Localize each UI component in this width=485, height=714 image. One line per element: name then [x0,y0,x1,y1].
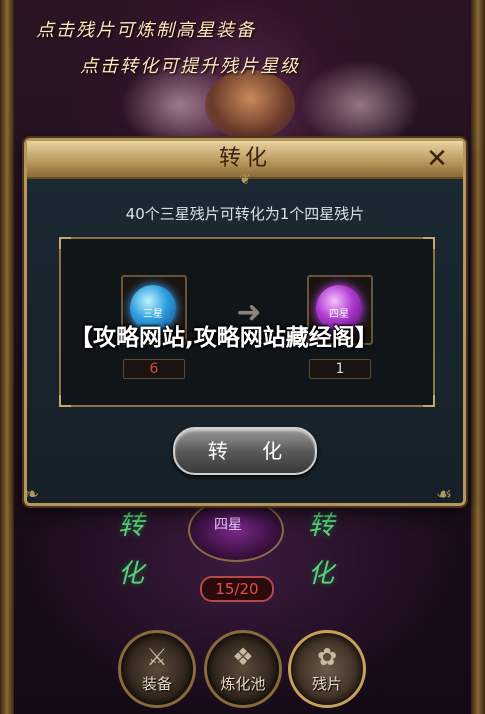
dialog-corner-ornament-left: ❧ [24,484,40,505]
tab-refine-pool[interactable]: ❖ 炼化池 [204,630,282,708]
tab-equipment[interactable]: ⚔ 装备 [118,630,196,708]
convert-label-right[interactable]: 转化 [308,502,342,589]
cauldron-icon: ❖ [232,643,254,671]
target-gem-label: 四星 [329,309,349,320]
tab-shards-label: 残片 [311,675,342,693]
character-wing-right [300,60,420,150]
shard-progress: 15/20 [200,576,274,602]
watermark-banner: 【攻略网站,攻略网站藏经阁】 [70,325,378,351]
dialog-corner-ornament-right: ☙ [436,484,453,505]
hint-forge: 点击残片可炼制高星装备 [36,20,256,41]
frame-left [0,0,14,714]
hint-convert: 点击转化可提升残片星级 [80,56,300,77]
dialog-title: 转化 [218,146,271,171]
tab-shards[interactable]: ✿ 残片 [288,630,366,708]
swords-icon: ⚔ [146,643,168,671]
header-ornament-icon: ❦ [239,172,251,188]
character-portrait [205,70,295,140]
conversion-description: 40个三星残片可转化为1个四星残片 [125,205,365,223]
target-quantity: 1 [309,359,371,379]
convert-label-left[interactable]: 转化 [118,502,152,589]
shard-icon: ✿ [316,643,338,671]
frame-right [471,0,485,714]
close-icon[interactable]: ✕ [423,145,451,173]
center-shard-label: 四星 [214,517,242,533]
tab-refine-pool-label: 炼化池 [220,675,266,693]
source-quantity: 6 [123,359,185,379]
source-gem-label: 三星 [143,309,163,320]
convert-button[interactable]: 转 化 [173,427,317,475]
tab-equipment-label: 装备 [141,675,172,693]
